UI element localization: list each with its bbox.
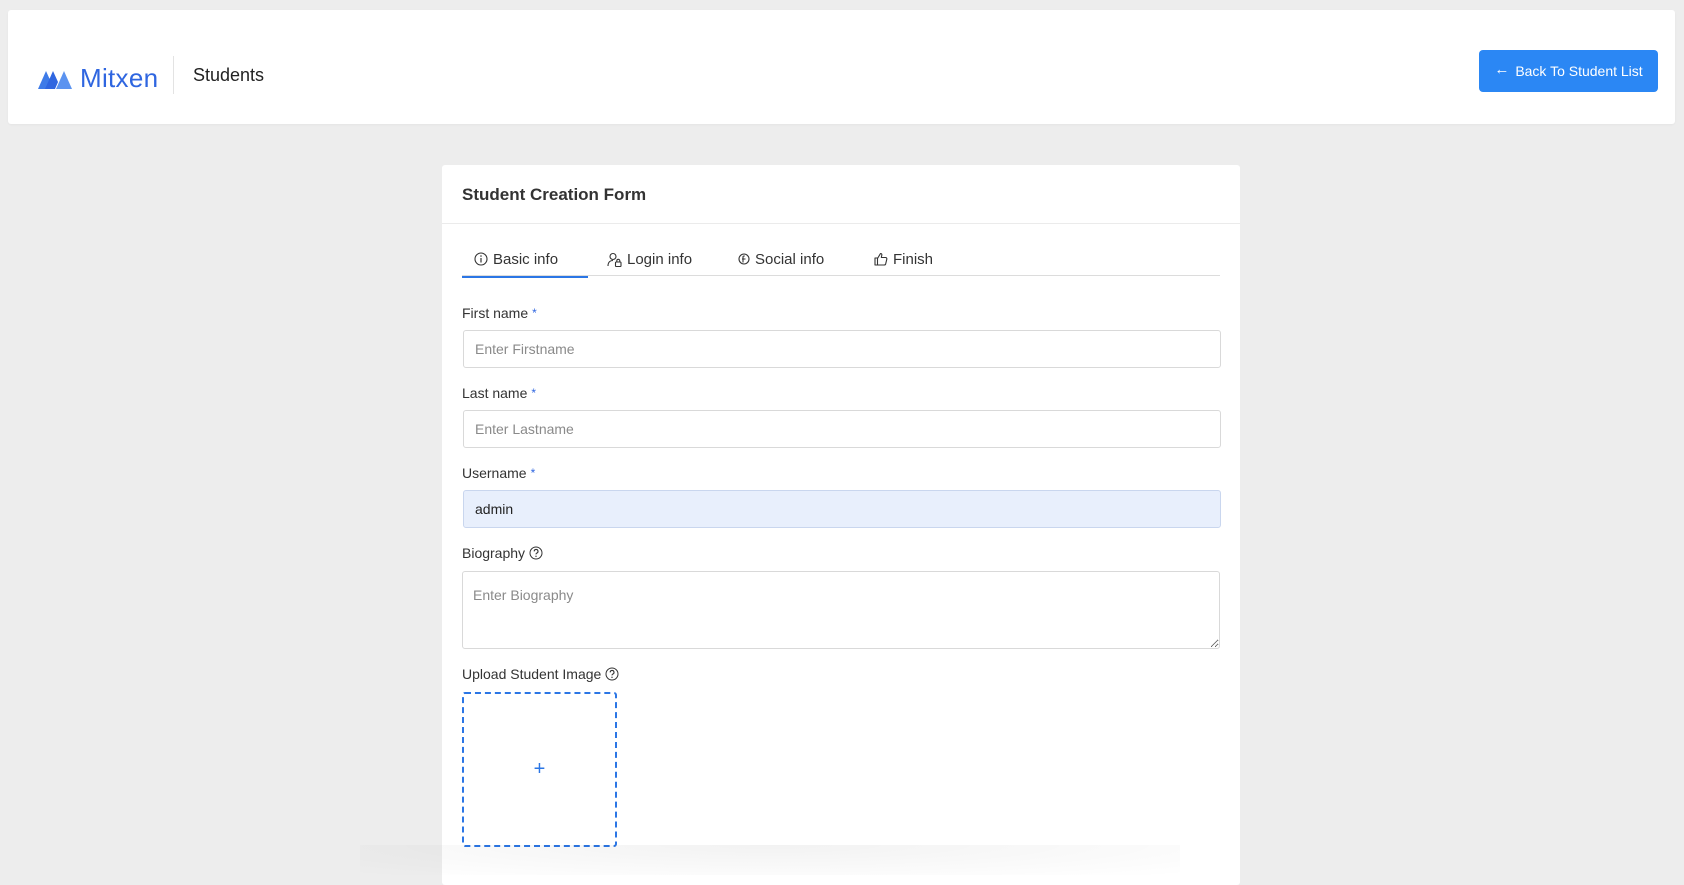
required-mark: * xyxy=(531,386,537,400)
page-title: Students xyxy=(193,65,265,85)
plus-icon: + xyxy=(533,758,546,780)
last-name-label: Last name * xyxy=(462,385,537,401)
first-name-label: First name * xyxy=(462,305,537,321)
biography-label: Biography xyxy=(462,545,543,561)
tab-basic-info[interactable]: Basic info xyxy=(461,242,589,278)
logo-text: Mitxen xyxy=(80,62,159,93)
tab-label: Basic info xyxy=(493,250,559,268)
image-upload-dropzone[interactable]: + xyxy=(462,692,617,847)
tab-social-info[interactable]: Social info xyxy=(738,242,824,276)
form-title: Student Creation Form xyxy=(462,185,647,204)
upload-image-label: Upload Student Image xyxy=(462,666,619,682)
header-divider xyxy=(173,56,174,94)
info-circle-icon xyxy=(474,252,488,266)
top-header: Mitxen Students ← Back To Student List xyxy=(8,10,1675,124)
logo-mark-icon xyxy=(38,71,72,89)
tab-label: Finish xyxy=(893,250,934,268)
tab-label: Login info xyxy=(627,250,693,268)
arrow-left-icon: ← xyxy=(1494,61,1510,78)
question-circle-icon[interactable] xyxy=(605,667,619,681)
required-mark: * xyxy=(530,466,536,480)
username-input[interactable] xyxy=(463,490,1221,528)
biography-textarea[interactable] xyxy=(462,571,1220,649)
last-name-input[interactable] xyxy=(463,410,1221,448)
question-circle-icon[interactable] xyxy=(529,546,543,560)
form-title-divider xyxy=(442,223,1240,224)
back-button-label: Back To Student List xyxy=(1515,63,1643,79)
tab-login-info[interactable]: Login info xyxy=(607,242,692,276)
student-creation-form-card: Student Creation Form Basic info Login i… xyxy=(442,165,1240,885)
username-label: Username * xyxy=(462,465,536,481)
required-mark: * xyxy=(532,306,537,320)
tab-finish[interactable]: Finish xyxy=(874,242,933,276)
first-name-input[interactable] xyxy=(463,330,1221,368)
form-tabs: Basic info Login info Social info Finish xyxy=(461,242,1220,278)
thumbs-up-icon xyxy=(874,252,888,266)
user-lock-icon xyxy=(607,252,622,267)
tab-label: Social info xyxy=(755,250,825,268)
mitxen-logo[interactable]: Mitxen xyxy=(38,60,158,96)
back-to-student-list-button[interactable]: ← Back To Student List xyxy=(1479,50,1658,92)
social-icon xyxy=(738,253,750,265)
